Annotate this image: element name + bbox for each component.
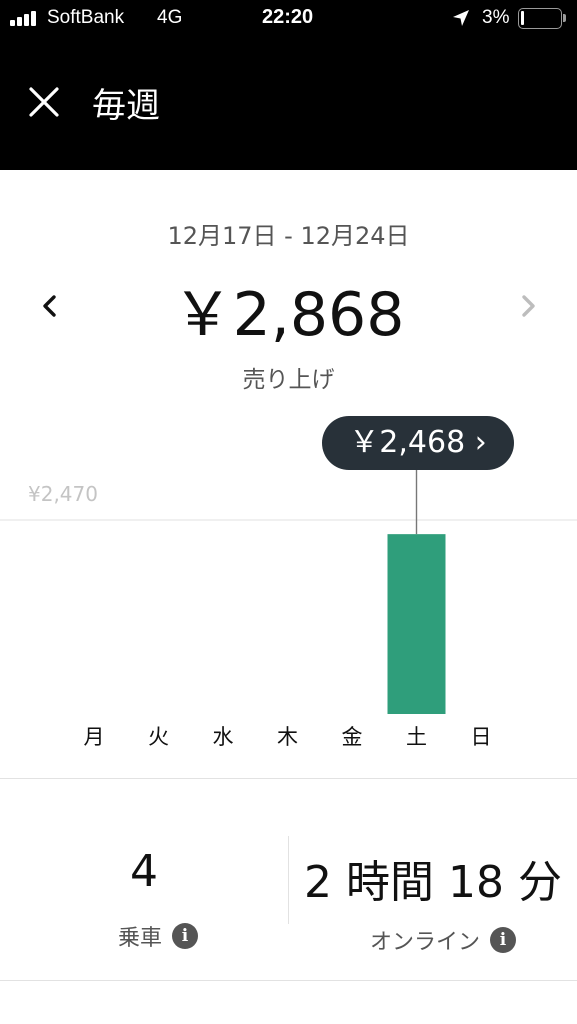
app-header: 毎週 <box>0 38 577 170</box>
day-label: 金 <box>342 725 363 749</box>
info-icon[interactable]: i <box>172 923 199 949</box>
chart-bar[interactable] <box>387 534 446 714</box>
day-label: 日 <box>471 725 492 749</box>
page-title: 毎週 <box>92 86 160 126</box>
battery-icon <box>518 8 562 29</box>
day-label: 木 <box>277 725 298 749</box>
chevron-right-icon[interactable] <box>510 288 546 324</box>
network-type: 4G <box>157 7 183 28</box>
close-icon[interactable] <box>26 84 62 120</box>
info-icon[interactable]: i <box>490 927 517 953</box>
divider-bottom <box>0 980 577 981</box>
date-range: 12月17日 - 12月24日 <box>167 222 410 250</box>
day-label: 火 <box>148 725 169 749</box>
carrier-name: SoftBank <box>47 7 125 28</box>
online-label-row: オンライン i <box>370 924 517 956</box>
earnings-label: 売り上げ <box>242 367 335 393</box>
day-label: 土 <box>406 725 427 749</box>
location-arrow-icon <box>453 10 469 26</box>
selected-day-earnings-tooltip[interactable]: ￥2,468 › <box>322 416 514 470</box>
trips-count: 4 <box>130 846 158 897</box>
online-label: オンライン <box>370 930 481 955</box>
battery-percent: 3% <box>482 7 510 28</box>
day-label: 水 <box>213 725 234 749</box>
trips-label-row: 乗車 i <box>118 920 199 952</box>
divider-top <box>0 778 577 779</box>
online-duration: 2 時間 18 分 <box>304 857 562 908</box>
status-time: 22:20 <box>262 6 314 28</box>
battery-tip <box>563 14 566 22</box>
status-bar: SoftBank 4G 22:20 3% <box>0 0 577 38</box>
weekly-earnings-amount: ￥2,868 <box>172 280 405 350</box>
trips-label: 乗車 <box>118 926 163 951</box>
reference-value-label: ¥2,470 <box>28 482 98 506</box>
day-label: 月 <box>84 725 105 749</box>
